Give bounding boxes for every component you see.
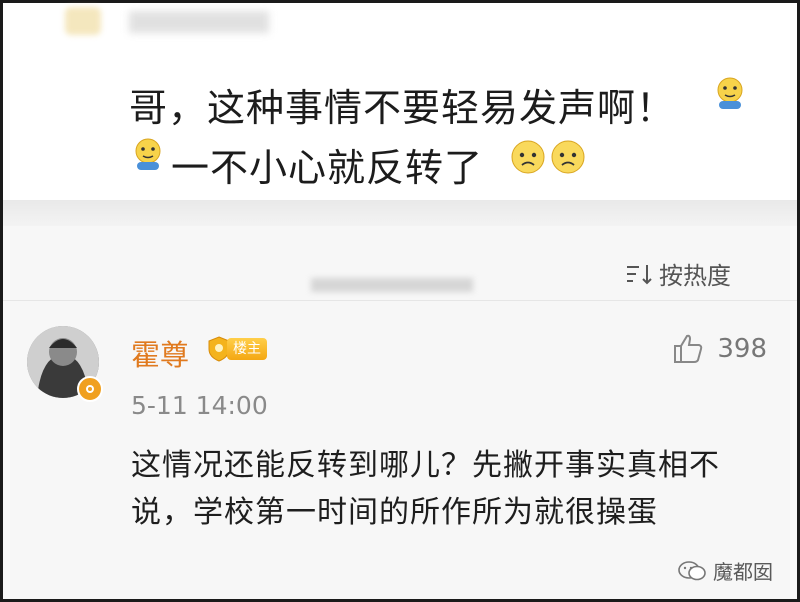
- comment-timestamp: 5-11 14:00: [131, 391, 268, 420]
- fan-badge-label: 楼主: [227, 338, 267, 360]
- like-button[interactable]: 398: [671, 332, 767, 366]
- divider: [3, 300, 797, 301]
- sort-icon: [627, 264, 652, 284]
- fan-badge: 楼主: [207, 336, 277, 362]
- sort-by-heat-button[interactable]: 按热度: [625, 256, 731, 291]
- blurred-avatar: [65, 7, 101, 35]
- thinking-face-icon: [717, 77, 743, 109]
- original-post: 哥，这种事情不要轻易发声啊！ 一不小心就反转了: [3, 3, 797, 203]
- watermark-text: 魔都囡: [713, 560, 773, 584]
- comment-text: 这情况还能反转到哪儿？先撇开事实真相不说，学校第一时间的所作所为就很操蛋: [131, 448, 720, 530]
- blurred-username: [129, 11, 269, 33]
- sad-face-icon: [551, 140, 585, 174]
- post-text-line-2: 一不小心就反转了: [171, 146, 484, 190]
- verified-badge-icon: [77, 376, 103, 402]
- sort-label: 按热度: [659, 262, 731, 290]
- wechat-icon: [678, 560, 706, 580]
- watermark: 魔都囡: [677, 556, 773, 585]
- comments-section: 按热度 霍尊 楼主 398 5-11 14:00 这情况还能反转到哪儿？先撇开事…: [3, 226, 797, 599]
- post-text-line-1: 哥，这种事情不要轻易发声啊！: [129, 86, 676, 130]
- comment-username[interactable]: 霍尊: [131, 332, 189, 374]
- like-count: 398: [717, 334, 767, 364]
- thinking-face-icon: [135, 138, 161, 170]
- sad-face-icon: [511, 140, 545, 174]
- blurred-text: [311, 278, 473, 292]
- thumbs-up-icon: [674, 334, 703, 363]
- section-divider-band: [3, 200, 797, 226]
